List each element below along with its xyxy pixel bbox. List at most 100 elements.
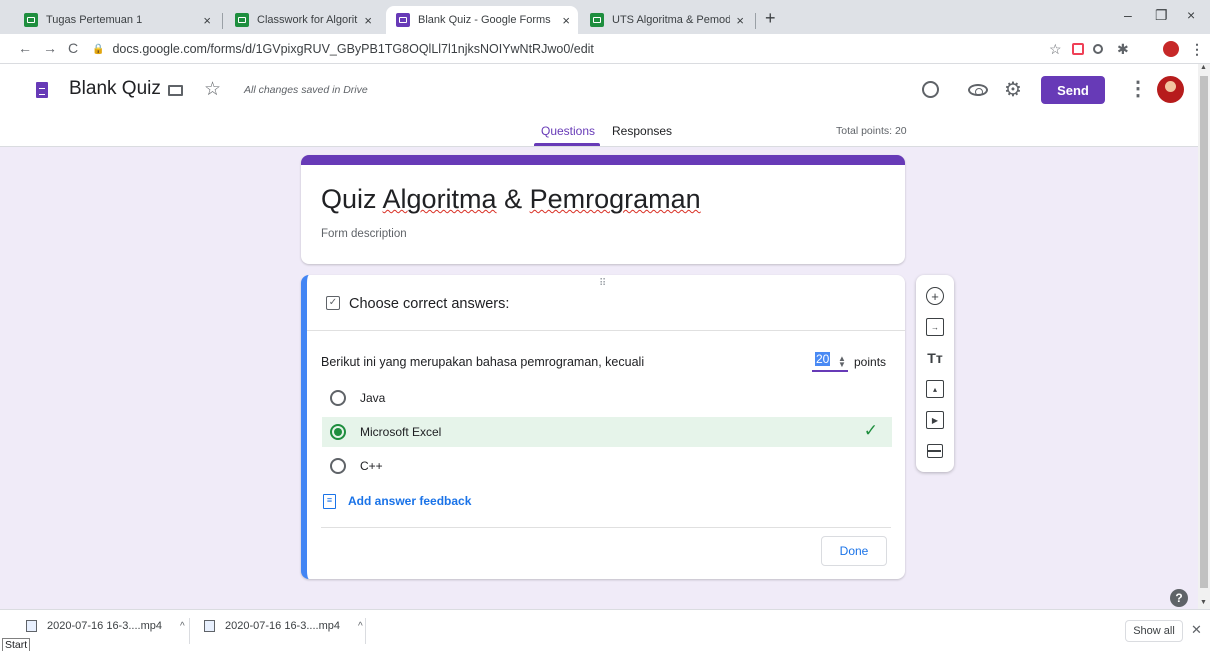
download-filename: 2020-07-16 16-3....mp4 (225, 620, 340, 632)
new-tab-button[interactable]: + (765, 8, 776, 29)
form-title-part: Quiz (321, 184, 383, 214)
chevron-up-icon[interactable]: ^ (180, 621, 185, 632)
forms-header: Blank Quiz ☆ All changes saved in Drive … (0, 64, 1198, 147)
tab-separator (222, 13, 223, 29)
radio-button[interactable] (330, 390, 346, 406)
close-icon[interactable]: × (736, 13, 744, 28)
download-shelf: 2020-07-16 16-3....mp4 ^ 2020-07-16 16-3… (0, 609, 1210, 651)
extensions-puzzle-icon[interactable]: ✱ (1117, 41, 1129, 58)
form-description-input[interactable]: Form description (321, 228, 407, 240)
divider (321, 527, 891, 528)
done-button[interactable]: Done (821, 536, 887, 566)
tab-responses[interactable]: Responses (612, 124, 672, 138)
form-title-card[interactable]: Quiz Algoritma & Pemrograman Form descri… (301, 155, 905, 264)
doc-title[interactable]: Blank Quiz (69, 78, 161, 100)
feedback-icon[interactable]: ≡ (323, 494, 336, 509)
minimize-button[interactable]: – (1124, 7, 1132, 23)
start-button[interactable]: Start (2, 638, 31, 651)
classroom-icon (590, 13, 604, 27)
scroll-down-arrow[interactable]: ▼ (1200, 599, 1207, 606)
tab-title: Classwork for Algoritma & Pemro (257, 14, 358, 26)
folder-icon[interactable] (168, 85, 183, 96)
tab-classwork[interactable]: Classwork for Algoritma & Pemro × (225, 6, 380, 34)
preview-eye-icon[interactable] (968, 84, 988, 96)
tab-tugas-pertemuan[interactable]: Tugas Pertemuan 1 × (14, 6, 219, 34)
maximize-button[interactable]: ❐ (1155, 7, 1168, 24)
tab-questions[interactable]: Questions (541, 124, 595, 138)
reload-icon[interactable]: C (68, 40, 78, 56)
account-avatar[interactable] (1157, 76, 1184, 103)
radio-button[interactable] (330, 458, 346, 474)
video-file-icon (26, 620, 37, 632)
form-title-part: & (496, 184, 530, 214)
chevron-up-icon[interactable]: ^ (358, 621, 363, 632)
forms-icon (396, 13, 410, 27)
download-item[interactable]: 2020-07-16 16-3....mp4 ^ (26, 620, 185, 632)
question-card[interactable]: ⠿ ✓ Choose correct answers: Berikut ini … (301, 275, 905, 579)
total-points: Total points: 20 (836, 125, 907, 137)
add-answer-feedback-link[interactable]: Add answer feedback (348, 494, 471, 508)
answer-key-checkbox-icon: ✓ (326, 296, 340, 310)
form-title-part: Algoritma (382, 184, 497, 214)
bookmark-star-icon[interactable]: ☆ (1049, 41, 1062, 58)
option-label: Java (360, 391, 386, 405)
profile-avatar[interactable] (1163, 41, 1179, 57)
classroom-icon (235, 13, 249, 27)
tab-title: Tugas Pertemuan 1 (46, 14, 143, 26)
classroom-icon (24, 13, 38, 27)
tab-uts-algoritma[interactable]: UTS Algoritma & Pemodelan × (580, 6, 752, 34)
forward-icon[interactable]: → (43, 40, 57, 56)
tab-title: UTS Algoritma & Pemodelan (612, 14, 731, 26)
help-icon[interactable]: ? (1170, 589, 1188, 607)
video-file-icon (204, 620, 215, 632)
close-icon[interactable]: × (203, 13, 211, 28)
palette-icon[interactable] (922, 81, 939, 98)
points-stepper-icon[interactable]: ▲ ▼ (838, 355, 846, 369)
radio-button-selected[interactable] (330, 424, 346, 440)
tab-title: Blank Quiz - Google Forms (418, 14, 551, 26)
tab-blank-quiz[interactable]: Blank Quiz - Google Forms × (386, 6, 578, 34)
scroll-up-arrow[interactable]: ▲ (1200, 64, 1207, 71)
download-filename: 2020-07-16 16-3....mp4 (47, 620, 162, 632)
active-tab-indicator (534, 143, 600, 146)
forms-doc-icon[interactable] (36, 82, 48, 98)
settings-gear-icon[interactable]: ⚙ (1004, 77, 1022, 102)
question-text: Berikut ini yang merupakan bahasa pemrog… (321, 355, 645, 369)
send-button[interactable]: Send (1041, 76, 1105, 104)
add-title-icon[interactable]: Tт (926, 349, 944, 367)
close-icon[interactable]: ✕ (1191, 622, 1202, 638)
answer-key-title: Choose correct answers: (349, 296, 510, 312)
scrollbar-thumb[interactable] (1200, 76, 1208, 588)
url-text: docs.google.com/forms/d/1GVpixgRUV_GByPB… (112, 42, 594, 56)
back-icon[interactable]: ← (18, 40, 32, 56)
window-close-button[interactable]: × (1187, 7, 1195, 23)
add-section-icon[interactable] (926, 442, 944, 460)
option-microsoft-excel[interactable]: Microsoft Excel ✓ (322, 417, 892, 447)
close-icon[interactable]: × (364, 13, 372, 28)
add-question-icon[interactable]: + (926, 287, 944, 305)
correct-check-icon: ✓ (863, 421, 878, 440)
download-item[interactable]: 2020-07-16 16-3....mp4 ^ (204, 620, 363, 632)
add-video-icon[interactable]: ▶ (926, 411, 944, 429)
import-questions-icon[interactable]: → (926, 318, 944, 336)
drag-handle-icon[interactable]: ⠿ (599, 278, 607, 289)
points-value: 20 (815, 352, 831, 366)
address-bar[interactable]: 🔒 docs.google.com/forms/d/1GVpixgRUV_GBy… (92, 37, 1210, 61)
extension-icon[interactable] (1093, 44, 1103, 54)
pocket-extension-icon[interactable] (1072, 43, 1084, 55)
form-title[interactable]: Quiz Algoritma & Pemrograman (321, 184, 701, 215)
close-icon[interactable]: × (562, 13, 570, 28)
show-all-button[interactable]: Show all (1125, 620, 1183, 642)
floating-toolbar: + → Tт ▴ ▶ (916, 275, 954, 472)
tab-separator (755, 13, 756, 29)
save-status: All changes saved in Drive (244, 84, 368, 96)
more-options-icon[interactable]: ⋮ (1128, 76, 1148, 101)
option-label: C++ (360, 459, 383, 473)
star-icon[interactable]: ☆ (204, 78, 221, 101)
form-title-part: Pemrograman (529, 184, 701, 214)
separator (189, 618, 190, 644)
add-image-icon[interactable]: ▴ (926, 380, 944, 398)
option-java[interactable]: Java (322, 383, 892, 413)
option-cpp[interactable]: C++ (322, 451, 892, 481)
browser-menu-icon[interactable]: ⋮ (1190, 41, 1204, 58)
